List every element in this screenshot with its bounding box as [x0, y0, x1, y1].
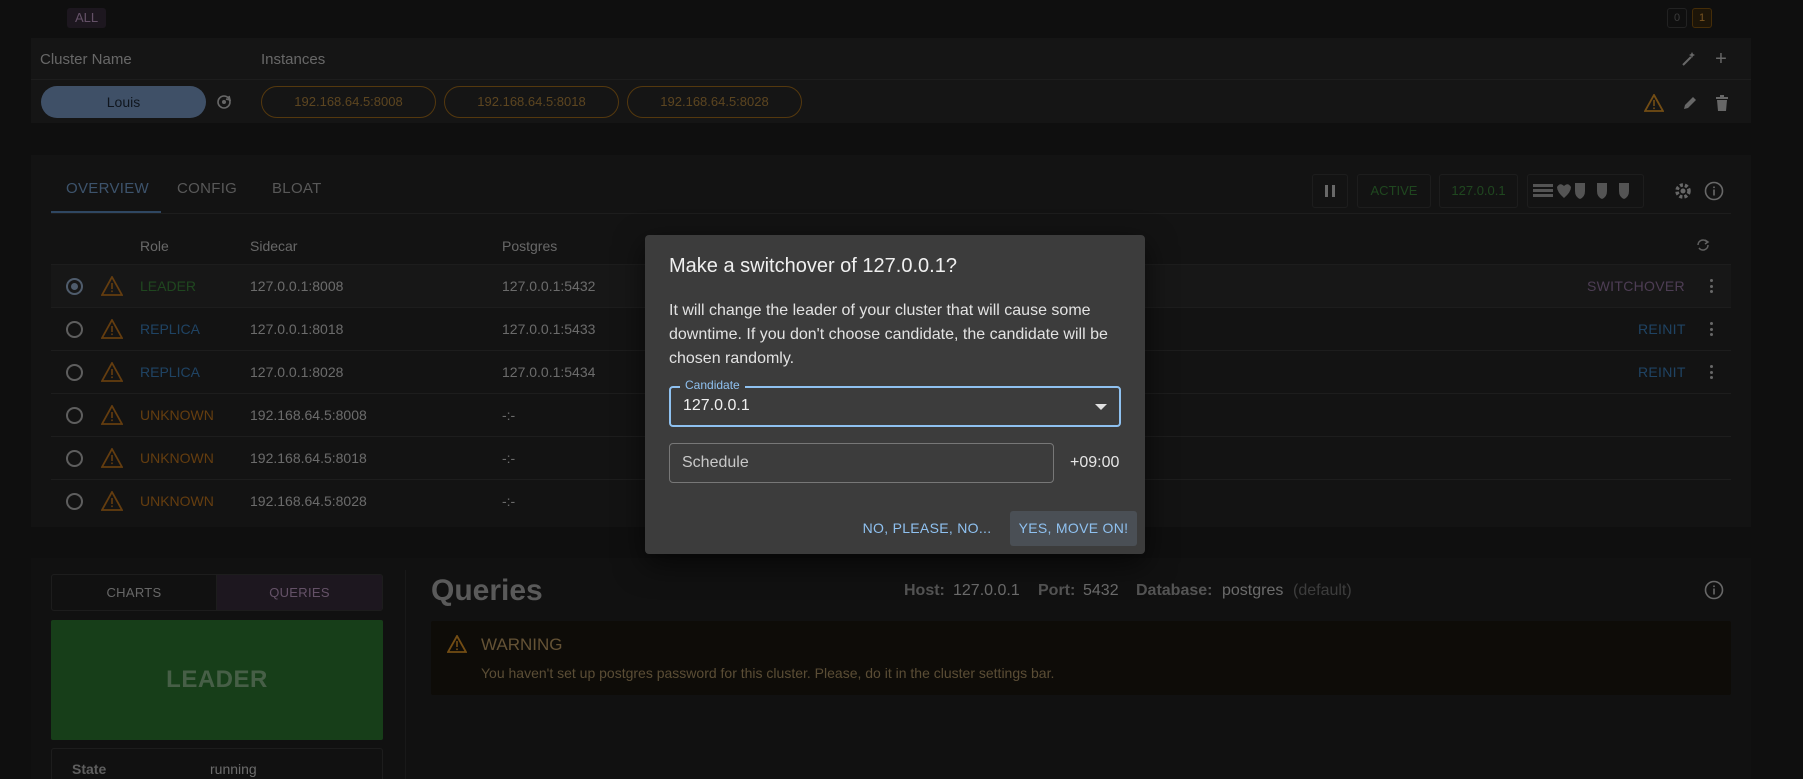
caret-down-icon: [1095, 404, 1107, 410]
confirm-button[interactable]: YES, MOVE ON!: [1010, 511, 1137, 546]
candidate-label: Candidate: [680, 378, 745, 392]
timezone-label: +09:00: [1070, 454, 1120, 471]
dialog-title: Make a switchover of 127.0.0.1?: [669, 255, 957, 277]
candidate-select[interactable]: Candidate 127.0.0.1: [669, 378, 1121, 427]
cancel-button[interactable]: NO, PLEASE, NO...: [857, 511, 997, 546]
candidate-value: 127.0.0.1: [683, 397, 750, 414]
switchover-dialog: Make a switchover of 127.0.0.1? It will …: [645, 235, 1145, 554]
dialog-message: It will change the leader of your cluste…: [669, 302, 1108, 367]
schedule-input[interactable]: Schedule: [669, 443, 1054, 483]
schedule-placeholder: Schedule: [682, 454, 749, 471]
